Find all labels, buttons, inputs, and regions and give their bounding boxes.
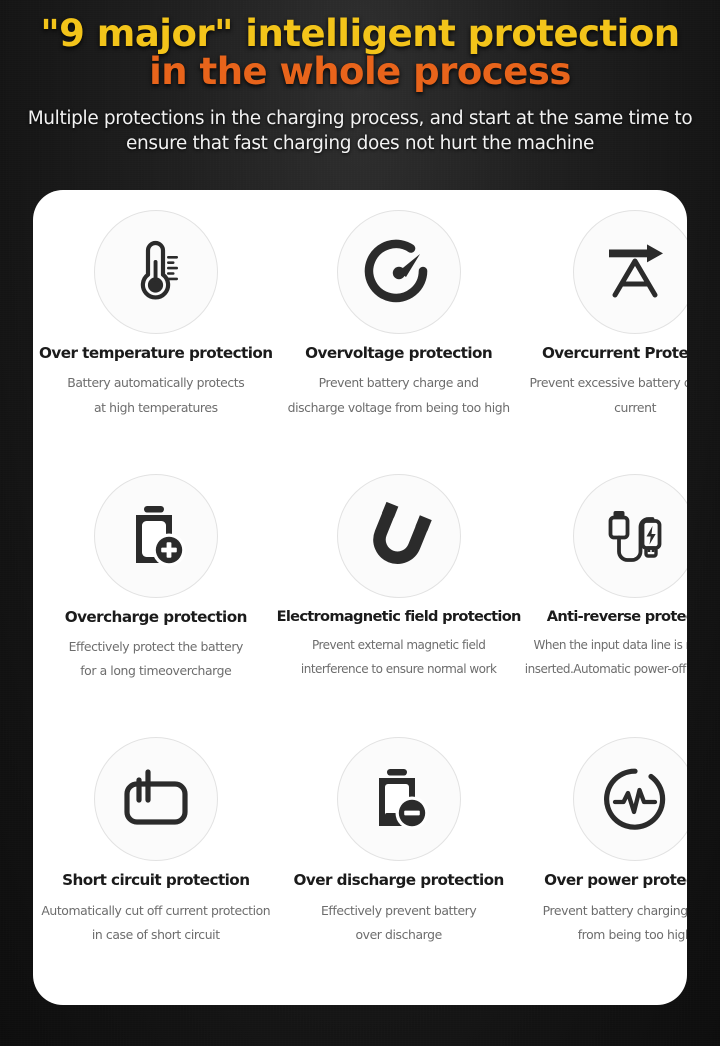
feature-description-line-2: in case of short circuit (91, 926, 220, 942)
usb-cable-bolt-icon (573, 473, 687, 598)
feature-description-line-2: interference to ensure normal work (300, 661, 497, 676)
feature-description-line-2: inserted.Automatic power-off protection (524, 661, 687, 676)
feature-cell-overvoltage: Overvoltage protection Prevent battery c… (275, 204, 523, 468)
circuit-break-icon (93, 737, 218, 862)
feature-cell-overcharge: Overcharge protection Effectively protec… (37, 468, 275, 732)
feature-title: Over discharge protection (293, 871, 504, 890)
feature-description-line-1: When the input data line is reversely (533, 638, 687, 653)
feature-description-line-2: current (614, 399, 657, 415)
feature-description-line-1: Prevent battery charging power (542, 902, 687, 918)
feature-title: Overcharge protection (64, 607, 248, 626)
feature-description-line-1: Prevent excessive battery discharge (529, 375, 687, 391)
feature-description-line-1: Prevent external magnetic field (311, 638, 486, 653)
protection-features-card: Over temperature protection Battery auto… (33, 190, 687, 1005)
feature-description-line-1: Effectively protect the battery (68, 639, 244, 655)
protection-grid: Over temperature protection Battery auto… (33, 190, 687, 1005)
feature-title: Over power protection (544, 871, 687, 890)
feature-description: Prevent battery charge and discharge vol… (288, 371, 510, 419)
feature-title: Overvoltage protection (305, 344, 493, 362)
page-subtitle-line-1: Multiple protections in the charging pro… (27, 108, 693, 130)
horseshoe-magnet-icon (336, 473, 461, 598)
page-subtitle: Multiple protections in the charging pro… (16, 107, 704, 157)
gauge-speedometer-icon (336, 210, 461, 334)
feature-cell-over-temperature: Over temperature protection Battery auto… (37, 204, 275, 468)
feature-description-line-1: Battery automatically protects (67, 375, 245, 391)
feature-title: Overcurrent Protection (541, 344, 687, 362)
ampere-arrow-icon (573, 210, 687, 334)
feature-description: Prevent external magnetic field interfer… (301, 634, 497, 681)
feature-title: Short circuit protection (62, 871, 250, 890)
page-title-line-1: "9 major" intelligent protection (40, 12, 680, 55)
battery-minus-icon (336, 737, 461, 862)
feature-description: Effectively protect the battery for a lo… (68, 635, 244, 683)
feature-description-line-2: at high temperatures (93, 399, 218, 415)
feature-description-line-2: for a long timeovercharge (80, 663, 232, 679)
power-pulse-icon (573, 737, 687, 862)
feature-cell-short-circuit: Short circuit protection Automatically c… (37, 731, 275, 995)
feature-description-line-1: Prevent battery charge and (318, 375, 479, 391)
page-subtitle-line-2: ensure that fast charging does not hurt … (126, 133, 594, 155)
feature-description: When the input data line is reversely in… (525, 634, 687, 681)
infographic-page: "9 major" intelligent protection in the … (0, 0, 720, 1046)
feature-description: Prevent excessive battery discharge curr… (530, 371, 687, 419)
battery-plus-icon (93, 473, 218, 598)
feature-title: Anti-reverse protection (546, 607, 687, 625)
feature-description-line-1: Automatically cut off current protection (41, 902, 271, 918)
feature-title: Over temperature protection (39, 344, 273, 362)
feature-description: Automatically cut off current protection… (41, 899, 270, 947)
feature-description-line-2: from being too high (577, 926, 687, 942)
feature-cell-electromagnetic-field: Electromagnetic field protection Prevent… (275, 468, 523, 732)
feature-cell-anti-reverse: Anti-reverse protection When the input d… (523, 468, 687, 732)
feature-description-line-1: Effectively prevent battery (321, 902, 477, 918)
page-title-line-2: in the whole process (149, 50, 571, 94)
header: "9 major" intelligent protection in the … (0, 0, 720, 157)
feature-cell-overcurrent: Overcurrent Protection Prevent excessive… (523, 204, 687, 468)
feature-description: Effectively prevent battery over dischar… (321, 899, 477, 947)
feature-description: Battery automatically protects at high t… (67, 371, 244, 419)
feature-title: Electromagnetic field protection (276, 607, 522, 625)
thermometer-icon (93, 210, 218, 334)
feature-cell-over-discharge: Over discharge protection Effectively pr… (275, 731, 523, 995)
feature-description-line-2: discharge voltage from being too high (287, 399, 510, 415)
feature-description-line-2: over discharge (355, 926, 442, 942)
feature-cell-over-power: Over power protection Prevent battery ch… (523, 731, 687, 995)
feature-description: Prevent battery charging power from bein… (543, 899, 687, 947)
